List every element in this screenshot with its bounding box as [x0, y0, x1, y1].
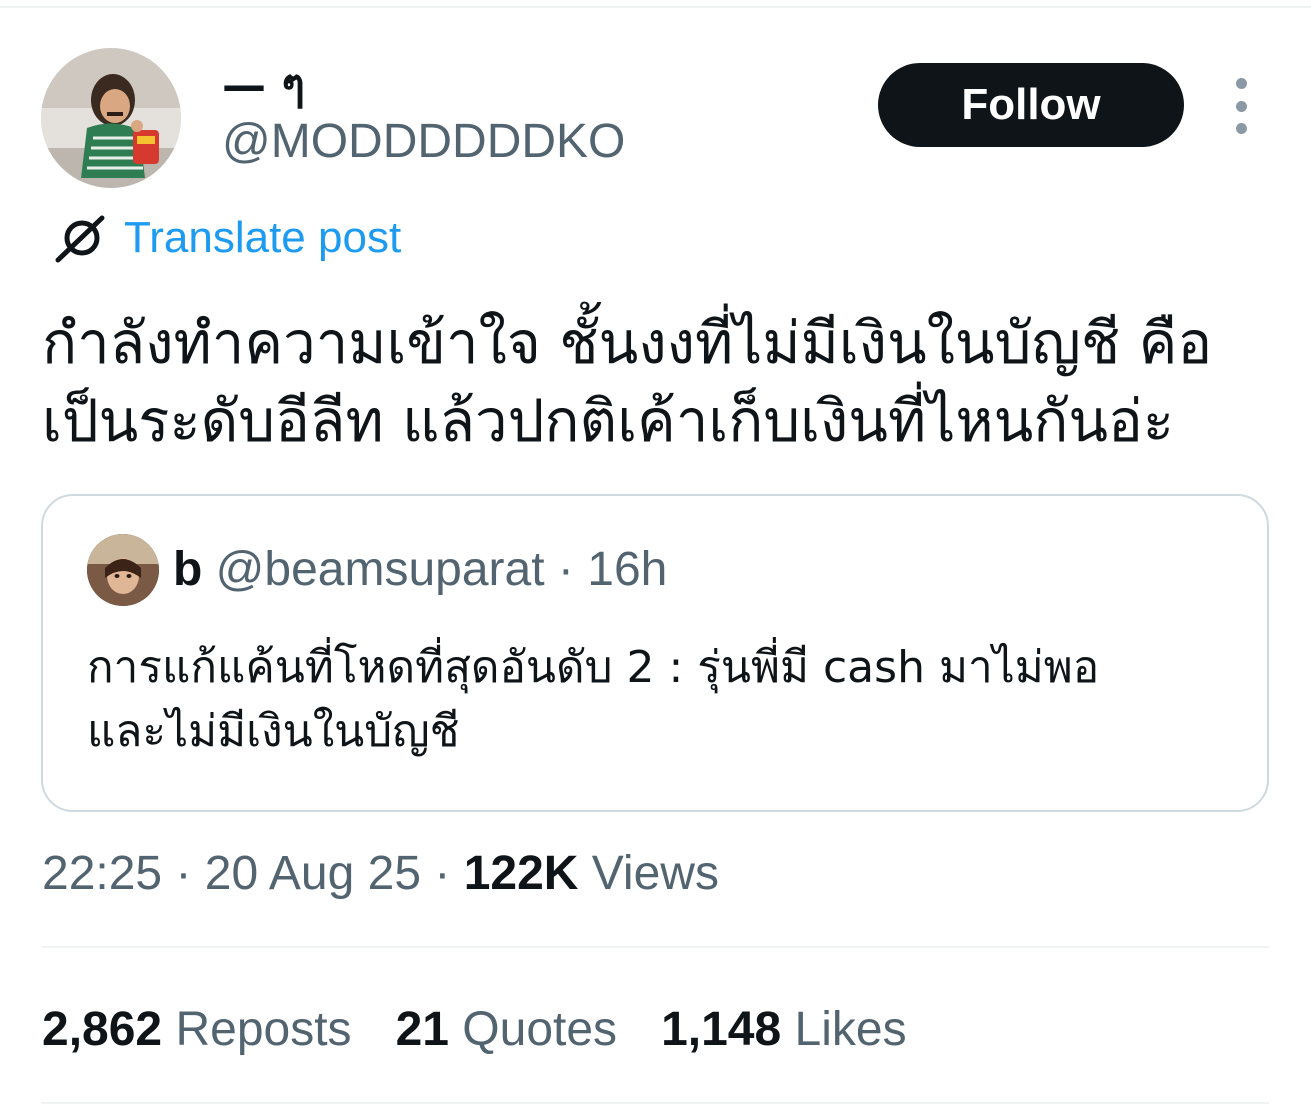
tweet-text: กำลังทำความเข้าใจ ชั้นงงที่ไม่มีเงินในบั… — [42, 309, 1213, 455]
avatar-image — [41, 48, 181, 188]
quote-timestamp[interactable]: 16h — [587, 543, 667, 596]
quote-author-avatar[interactable] — [87, 534, 159, 606]
quote-text: การแก้แค้นที่โหดที่สุดอันดับ 2 : รุ่นพี่… — [87, 642, 1100, 757]
meta-separator: · — [175, 847, 192, 900]
quotes-stat[interactable]: 21 Quotes — [396, 1000, 618, 1060]
author-avatar[interactable] — [41, 48, 181, 188]
reposts-label: Reposts — [175, 1003, 352, 1056]
reposts-stat[interactable]: 2,862 Reposts — [42, 1000, 352, 1060]
likes-label: Likes — [794, 1003, 907, 1056]
likes-stat[interactable]: 1,148 Likes — [661, 1000, 907, 1060]
author-handle[interactable]: @MODDDDDDKO — [222, 112, 625, 172]
quote-author-handle[interactable]: @beamsuparat — [216, 543, 545, 596]
quote-header: b @beamsuparat · 16h — [173, 540, 667, 600]
more-dot — [1235, 100, 1247, 112]
tweet-date[interactable]: 20 Aug 25 — [205, 847, 421, 900]
quote-author-name[interactable]: b — [173, 543, 202, 596]
translate-post-link[interactable]: Translate post — [52, 210, 401, 266]
translate-post-label: Translate post — [124, 213, 402, 262]
bottom-divider — [41, 1102, 1269, 1104]
quote-avatar-image — [87, 534, 159, 606]
quotes-label: Quotes — [462, 1003, 618, 1056]
more-dot — [1235, 123, 1247, 134]
views-label: Views — [591, 847, 719, 900]
likes-count: 1,148 — [661, 1003, 782, 1056]
author-display-name[interactable]: — ๆ — [222, 58, 305, 114]
follow-button[interactable]: Follow — [878, 63, 1184, 147]
quotes-count: 21 — [395, 1003, 449, 1056]
meta-separator: · — [434, 847, 451, 900]
tweet-meta: 22:25 · 20 Aug 25 · 122K Views — [42, 844, 719, 904]
globe-slash-icon — [52, 210, 110, 266]
quoted-tweet-card[interactable]: b @beamsuparat · 16h การแก้แค้นที่โหดที่… — [41, 494, 1269, 812]
reposts-count: 2,862 — [42, 1003, 163, 1056]
quote-separator: · — [557, 543, 574, 596]
tweet-time[interactable]: 22:25 — [42, 847, 162, 900]
more-dot — [1235, 78, 1247, 89]
stats-divider — [41, 946, 1269, 948]
top-divider — [0, 6, 1311, 8]
views-count: 122K — [463, 847, 579, 900]
more-options-icon[interactable] — [1222, 78, 1260, 134]
engagement-stats: 2,862 Reposts 21 Quotes 1,148 Likes — [42, 1000, 951, 1060]
